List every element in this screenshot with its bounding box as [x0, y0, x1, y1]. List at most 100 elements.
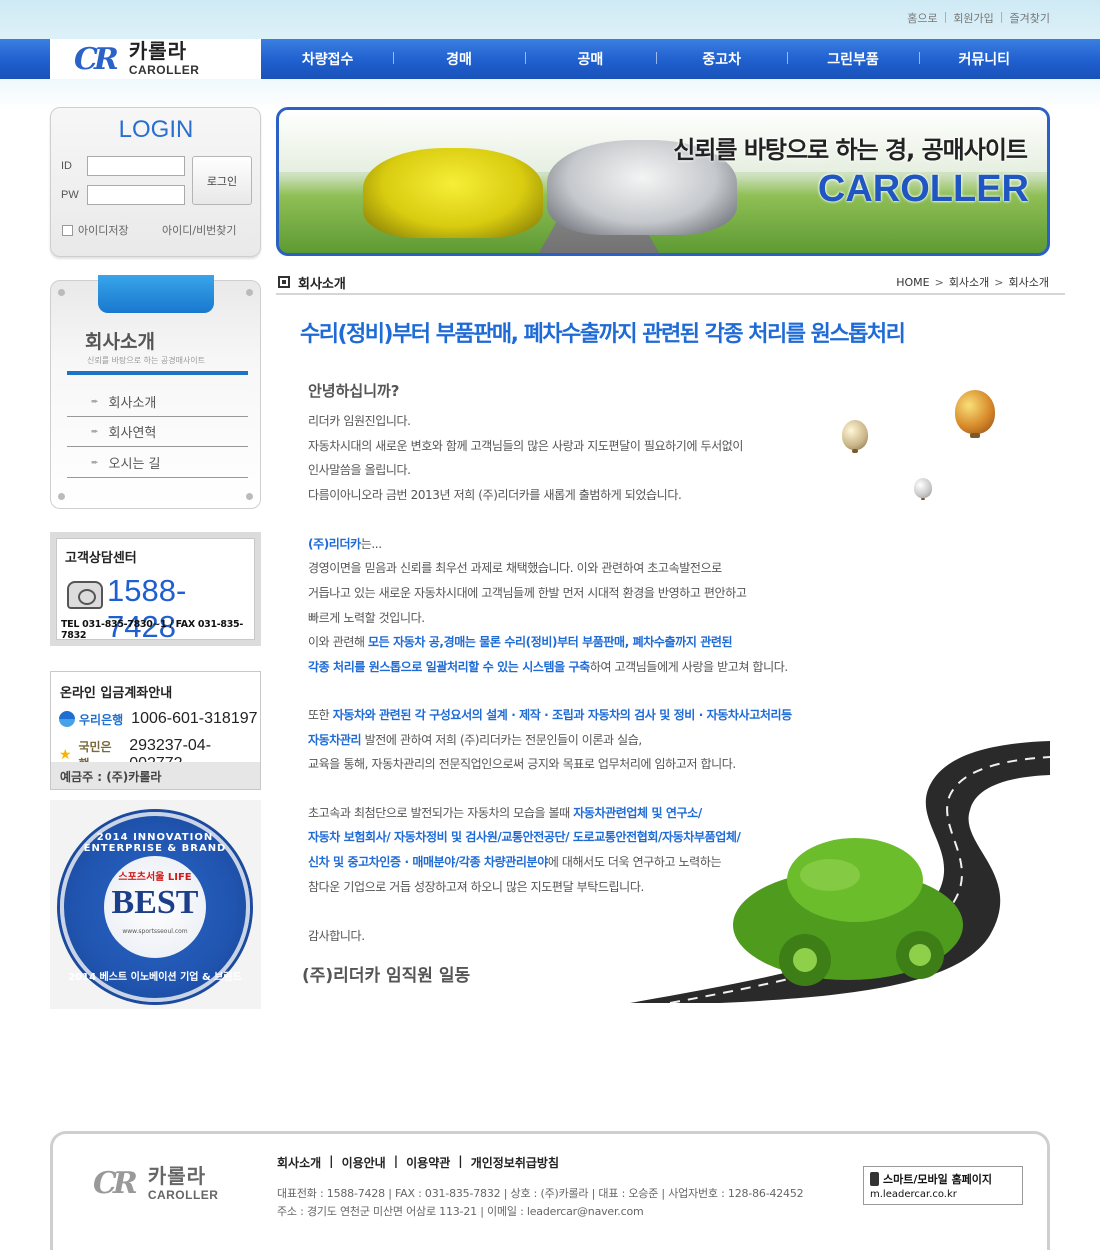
kookmin-bank-icon: ★	[59, 747, 72, 763]
badge-bottom-text: 2014 베스트 이노베이션 기업 & 브랜드	[68, 972, 242, 983]
breadcrumb-item[interactable]: 회사소개	[949, 274, 989, 290]
footer-link-privacy[interactable]: 개인정보취급방침	[471, 1154, 559, 1171]
badge-top-text: 2014 INNOVATION ENTERPRISE & BRAND	[83, 832, 227, 854]
bank-name: 우리은행	[79, 712, 124, 727]
body-text-span: 는...	[360, 537, 382, 551]
menu-used-car[interactable]: 중고차	[655, 49, 787, 69]
breadcrumb-current: 회사소개	[1008, 276, 1049, 289]
banner-subtitle: CAROLLER	[817, 168, 1029, 210]
save-id-option[interactable]: 아이디저장	[62, 222, 129, 238]
body-text-span: 발전에 관하여 저희 (주)리더카는 전문인들이 이론과 실습,	[361, 733, 643, 747]
chevron-right-icon: >	[934, 275, 944, 289]
bank-title: 온라인 입금계좌안내	[60, 686, 173, 701]
breadcrumb-home[interactable]: HOME	[896, 276, 929, 289]
main-banner: 신뢰를 바탕으로 하는 경, 공매사이트 CAROLLER	[276, 107, 1050, 256]
footer-logo[interactable]: CR 카롤라 CAROLLER	[93, 1166, 218, 1201]
menu-auction[interactable]: 경매	[393, 49, 524, 69]
arrow-right-icon: ➨	[91, 426, 99, 437]
highlight-text: 신차 및 중고차인증 · 매매분야/각종 차량관리분야	[308, 855, 548, 869]
footer-link-guide[interactable]: 이용안내	[342, 1154, 386, 1171]
highlight-text: (주)리더카	[308, 537, 361, 551]
body-text-span: 하여 고객님들에게 사랑을 받고쳐 합니다.	[589, 660, 788, 674]
home-link[interactable]: 홈으로	[907, 10, 937, 26]
save-id-label: 아이디저장	[78, 224, 129, 237]
mobile-homepage-link[interactable]: 스마트/모바일 홈페이지 m.leadercar.co.kr	[863, 1166, 1023, 1205]
customer-center-inner: 고객상담센터 1588-7428 TEL 031-835-7830~1 / FA…	[56, 538, 255, 644]
login-box: LOGIN ID PW 로그인 아이디저장 아이디/비번찾기	[50, 107, 261, 257]
square-bullet-icon	[278, 276, 290, 288]
footer-link-terms[interactable]: 이용약관	[406, 1154, 450, 1171]
save-id-checkbox[interactable]	[62, 224, 73, 236]
yellow-car-image	[363, 148, 543, 238]
subnav-item-directions[interactable]: ➨ 오시는 길	[67, 448, 248, 478]
page-title: 회사소개	[298, 277, 346, 292]
menu-community[interactable]: 커뮤니티	[918, 49, 1050, 69]
corner-dot	[246, 493, 253, 500]
body-line: 경영이면을 믿음과 신뢰를 최우선 과제로 채택했습니다. 이와 관련하여 초고…	[308, 561, 722, 575]
greeting: 안녕하십니까?	[308, 382, 400, 400]
mobile-label: 스마트/모바일 홈페이지	[870, 1171, 1016, 1187]
bookmark-link[interactable]: 즐겨찾기	[1010, 10, 1050, 26]
body-line: 거듭나고 있는 새로운 자동차시대에 고객님들께 한발 먼저 시대적 환경을 반…	[308, 586, 747, 600]
content-header: 회사소개 HOME > 회사소개 > 회사소개	[276, 270, 1065, 295]
body-line: 자동차시대의 새로운 변호와 함께 고객님들의 많은 사랑과 지도편달이 필요하…	[308, 439, 744, 453]
separator: |	[458, 1154, 463, 1168]
badge-media-logo: 스포츠서울 LIFE	[118, 872, 192, 883]
hot-air-balloon-image	[914, 478, 932, 501]
body-line: 리더카 임원진입니다.	[308, 414, 411, 428]
banner-title: 신뢰를 바탕으로 하는 경, 공매사이트	[673, 136, 1028, 164]
highlight-text: 자동차와 관련된 각 구성요서의 설계 · 제작 · 조립과 자동차의 검사 및…	[332, 708, 792, 722]
menu-vehicle-registration[interactable]: 차량접수	[262, 49, 393, 69]
corner-dot	[58, 289, 65, 296]
body-line: 빠르게 노력할 것입니다.	[308, 611, 425, 625]
subnav-tab-decoration	[98, 275, 214, 313]
separator: |	[943, 10, 948, 23]
body-line: 인사말씀을 올립니다.	[308, 463, 411, 477]
highlight-text: 자동차관련업체 및 연구소/	[573, 806, 702, 820]
woori-bank-icon	[59, 711, 75, 727]
badge-best-text: BEST	[111, 884, 199, 921]
badge-center: 스포츠서울 LIFE BEST www.sportsseoul.com	[104, 856, 206, 958]
footer-link-company[interactable]: 회사소개	[277, 1154, 321, 1171]
subnav-item-history[interactable]: ➨ 회사연혁	[67, 417, 248, 447]
logo-name-ko: 카롤라	[128, 41, 188, 63]
subnav-item-company-intro[interactable]: ➨ 회사소개	[67, 387, 248, 417]
hot-air-balloon-image	[842, 420, 868, 453]
utility-links: 홈으로 | 회원가입 | 즐겨찾기	[907, 10, 1050, 26]
subnav-divider	[67, 371, 248, 375]
body-text-span: 초고속과 최첨단으로 발전되가는 자동차의 모습을 볼때	[308, 806, 574, 820]
body-line: 또한 자동차와 관련된 각 구성요서의 설계 · 제작 · 조립과 자동차의 검…	[308, 706, 792, 723]
bank-row-woori: 우리은행 1006-601-318197	[59, 710, 258, 728]
closing-line: 감사합니다.	[308, 929, 365, 943]
menu-green-parts[interactable]: 그린부품	[787, 49, 918, 69]
customer-center-box: 고객상담센터 1588-7428 TEL 031-835-7830~1 / FA…	[50, 532, 261, 646]
highlight-text: 각종 처리를 원스톱으로 일괄처리할 수 있는 시스템을 구축	[308, 660, 590, 674]
highlight-text: 모든 자동차 공,경매는 물론 수리(정비)부터 부품판매, 폐차수출까지 관련…	[368, 635, 733, 649]
body-line: 자동차관리 발전에 관하여 저희 (주)리더카는 전문인들이 이론과 실습,	[308, 731, 642, 748]
body-line: 참다운 기업으로 거듭 성장하고져 하오니 많은 지도편달 부탁드립니다.	[308, 880, 644, 894]
account-owner: 예금주 : (주)카롤라	[51, 762, 260, 789]
login-title: LOGIN	[118, 116, 194, 143]
find-id-link[interactable]: 아이디/비번찾기	[162, 222, 237, 238]
breadcrumb: HOME > 회사소개 > 회사소개	[896, 274, 1049, 290]
arrow-right-icon: ➨	[91, 457, 99, 468]
footer-links: 회사소개 | 이용안내 | 이용약관 | 개인정보취급방침	[277, 1154, 559, 1171]
bank-account-box: 온라인 입금계좌안내 우리은행 1006-601-318197 ★ 국민은행 2…	[50, 671, 261, 790]
logo-mark: CR	[74, 41, 119, 77]
separator: |	[329, 1154, 334, 1168]
id-input[interactable]	[87, 156, 185, 176]
signup-link[interactable]: 회원가입	[953, 10, 993, 26]
pw-label: PW	[61, 189, 79, 201]
menu-public-auction[interactable]: 공매	[524, 49, 656, 69]
footer-address: 주소 : 경기도 연천군 미산면 어삼로 113-21 | 이메일 : lead…	[277, 1205, 644, 1218]
logo-name-en: CAROLLER	[147, 1187, 219, 1202]
password-input[interactable]	[87, 185, 185, 205]
logo-name-en: CAROLLER	[128, 63, 200, 77]
award-seal: 2014 INNOVATION ENTERPRISE & BRAND 스포츠서울…	[60, 812, 250, 1002]
arrow-right-icon: ➨	[91, 396, 99, 407]
telephone-icon	[67, 581, 103, 609]
login-button[interactable]: 로그인	[192, 156, 252, 205]
subnav-description: 신뢰를 바탕으로 하는 공경매사이트	[87, 356, 206, 365]
body-text-span: 또한	[308, 708, 333, 722]
site-logo[interactable]: CR 카롤라 CAROLLER	[50, 39, 261, 79]
